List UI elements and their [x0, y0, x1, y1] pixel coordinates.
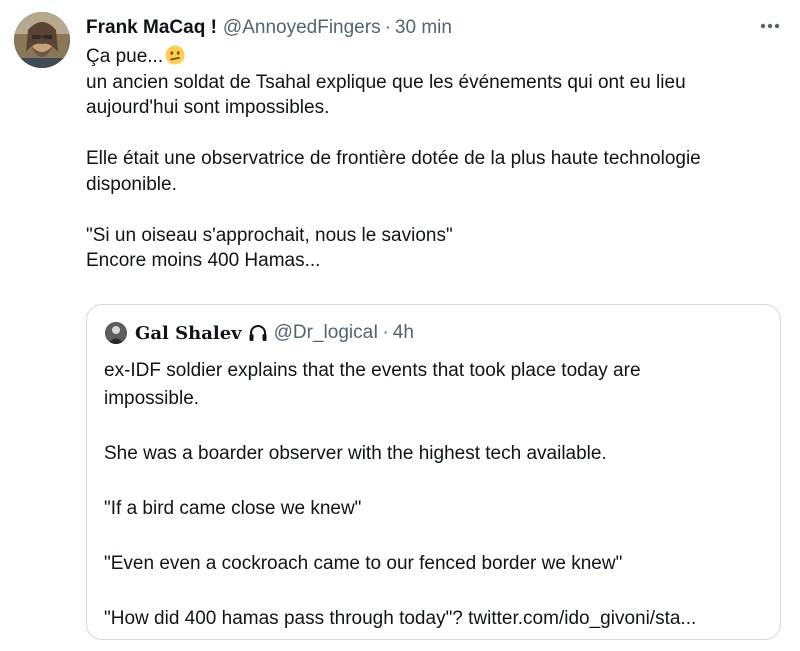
tweet-line: Ça pue... — [86, 44, 776, 70]
tweet-text: Ça pue... un ancien soldat de Tsahal exp… — [86, 44, 776, 274]
bearded-man-avatar-icon — [14, 12, 70, 68]
separator-dot: · — [384, 17, 391, 38]
quoted-line: "If a bird came close we knew" — [104, 497, 362, 519]
quoted-tweet-text: ex-IDF soldier explains that the events … — [104, 357, 769, 632]
author-handle[interactable]: @AnnoyedFingers — [223, 17, 381, 39]
more-options-button[interactable] — [754, 10, 786, 42]
quoted-line: She was a boarder observer with the high… — [104, 442, 607, 464]
quoted-author-handle: @Dr_logicaI — [273, 322, 379, 343]
separator-dot: · — [382, 322, 389, 343]
tweet-header: Frank MaCaq ! @AnnoyedFingers · 30 min — [86, 14, 786, 42]
headphones-icon — [248, 324, 268, 342]
confused-face-emoji-icon — [165, 45, 185, 65]
quoted-tweet-timestamp: 4h — [392, 322, 414, 343]
quoted-tweet[interactable]: Gal Shalev @Dr_logicaI · 4h ex-IDF soldi… — [86, 304, 781, 640]
soldier-avatar-icon — [105, 322, 127, 344]
quoted-tweet-header: Gal Shalev @Dr_logicaI · 4h — [105, 320, 414, 346]
tweet-line: Encore moins 400 Hamas... — [86, 250, 321, 271]
author-avatar[interactable] — [14, 12, 70, 68]
author-display-name[interactable]: Frank MaCaq ! — [86, 17, 217, 39]
more-horizontal-icon — [760, 23, 780, 29]
quoted-line: ex-IDF soldier explains that the events … — [104, 360, 641, 381]
tweet-line: Elle était une observatrice de frontière… — [86, 148, 701, 169]
tweet-line: "Si un oiseau s'approchait, nous le savi… — [86, 224, 453, 246]
quoted-author-avatar — [105, 322, 127, 344]
tweet-line-text: Ça pue... — [86, 46, 164, 67]
quoted-line: impossible. — [104, 387, 200, 409]
tweet-timestamp[interactable]: 30 min — [395, 17, 452, 39]
tweet-line: disponible. — [86, 173, 177, 195]
tweet-line: aujourd'hui sont impossibles. — [86, 97, 330, 118]
quoted-line: "Even even a cockroach came to our fence… — [104, 552, 623, 574]
tweet-line: un ancien soldat de Tsahal explique que … — [86, 71, 686, 93]
quoted-line: "How did 400 hamas pass through today"? … — [104, 607, 697, 629]
tweet[interactable]: Frank MaCaq ! @AnnoyedFingers · 30 min Ç… — [0, 0, 800, 651]
quoted-author-display-name: Gal Shalev — [135, 322, 242, 344]
